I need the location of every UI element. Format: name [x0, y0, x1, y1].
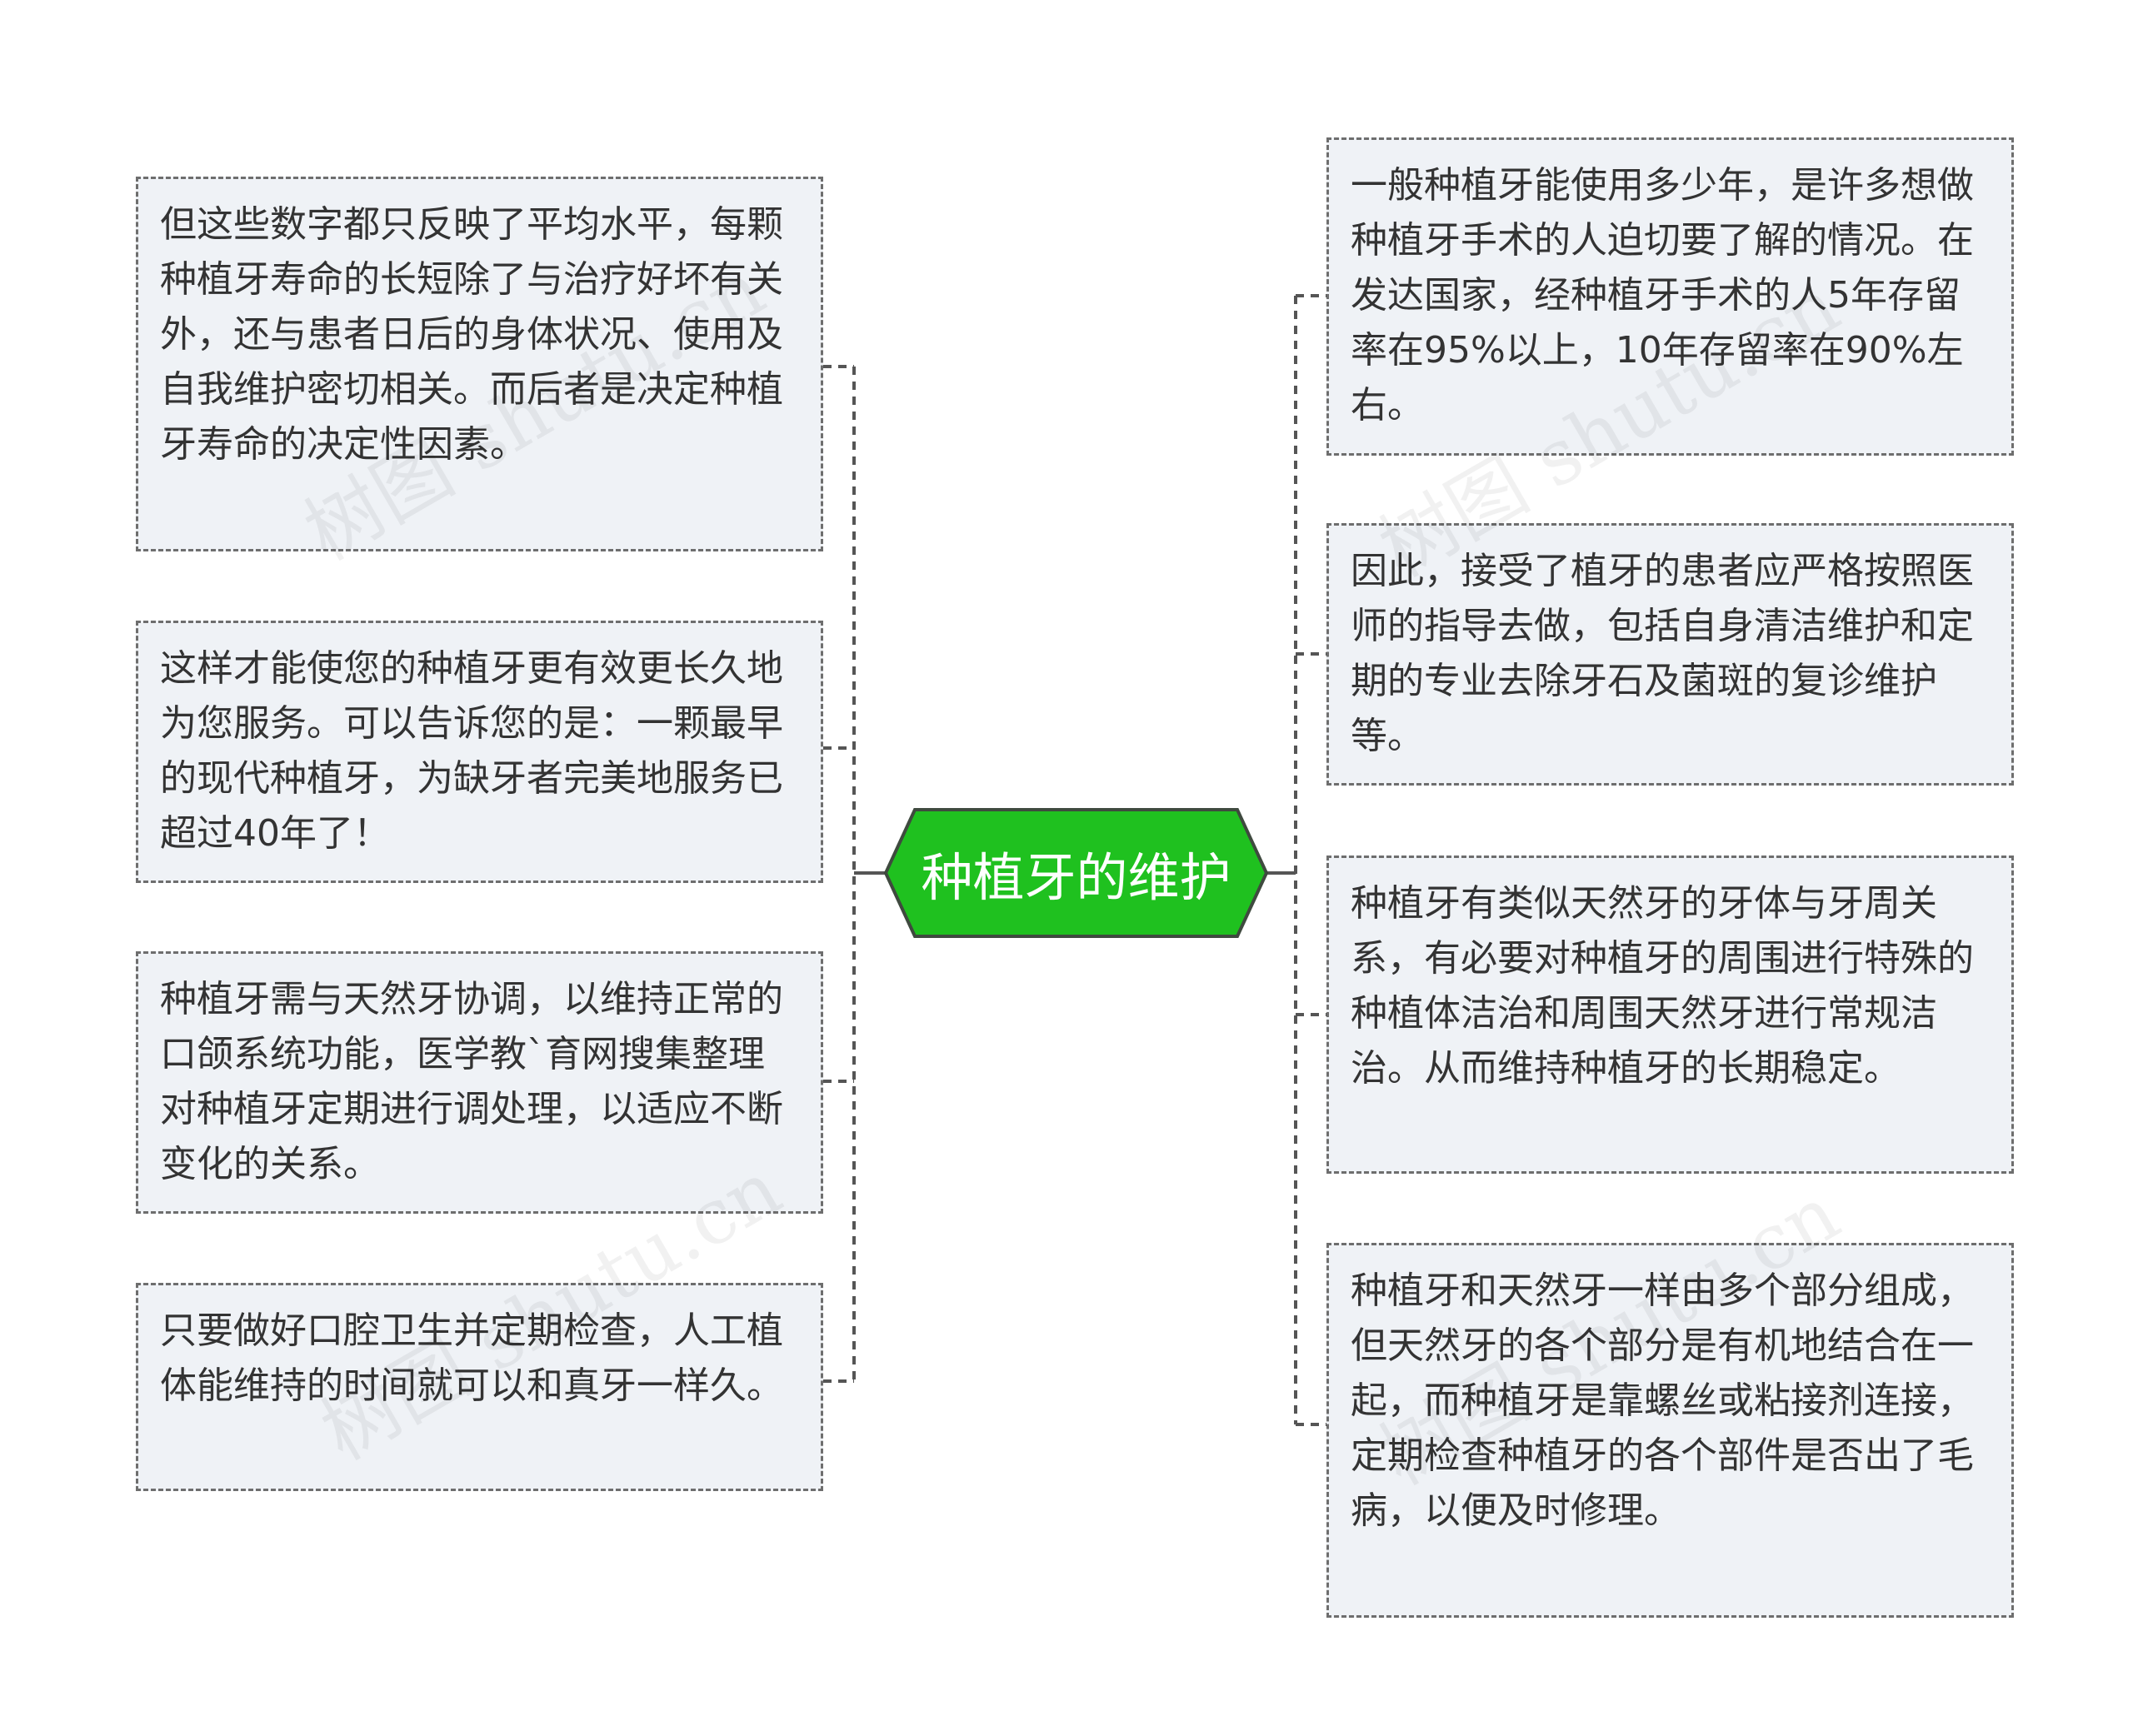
left-node-3-text: 种植牙需与天然牙协调，以维持正常的口颌系统功能，医学教`育网搜集整理对种植牙定期…: [160, 978, 783, 1185]
left-node-3[interactable]: 种植牙需与天然牙协调，以维持正常的口颌系统功能，医学教`育网搜集整理对种植牙定期…: [136, 951, 823, 1214]
right-node-3[interactable]: 种植牙有类似天然牙的牙体与牙周关系，有必要对种植牙的周围进行特殊的种植体洁治和周…: [1326, 856, 2014, 1174]
left-node-2-text: 这样才能使您的种植牙更有效更长久地为您服务。可以告诉您的是：一颗最早的现代种植牙…: [160, 647, 783, 855]
right-node-3-text: 种植牙有类似天然牙的牙体与牙周关系，有必要对种植牙的周围进行特殊的种植体洁治和周…: [1351, 882, 1974, 1090]
right-node-4-text: 种植牙和天然牙一样由多个部分组成，但天然牙的各个部分是有机地结合在一起，而种植牙…: [1351, 1270, 1974, 1532]
right-node-4[interactable]: 种植牙和天然牙一样由多个部分组成，但天然牙的各个部分是有机地结合在一起，而种植牙…: [1326, 1243, 2014, 1618]
right-node-1-text: 一般种植牙能使用多少年，是许多想做种植牙手术的人迫切要了解的情况。在发达国家，经…: [1351, 164, 1974, 427]
left-node-4-text: 只要做好口腔卫生并定期检查，人工植体能维持的时间就可以和真牙一样久。: [160, 1309, 783, 1407]
left-node-2[interactable]: 这样才能使您的种植牙更有效更长久地为您服务。可以告诉您的是：一颗最早的现代种植牙…: [136, 621, 823, 883]
right-node-2-text: 因此，接受了植牙的患者应严格按照医师的指导去做，包括自身清洁维护和定期的专业去除…: [1351, 550, 1974, 757]
right-node-1[interactable]: 一般种植牙能使用多少年，是许多想做种植牙手术的人迫切要了解的情况。在发达国家，经…: [1326, 137, 2014, 456]
right-node-2[interactable]: 因此，接受了植牙的患者应严格按照医师的指导去做，包括自身清洁维护和定期的专业去除…: [1326, 523, 2014, 786]
left-node-1-text: 但这些数字都只反映了平均水平，每颗种植牙寿命的长短除了与治疗好坏有关外，还与患者…: [160, 203, 783, 466]
left-node-1[interactable]: 但这些数字都只反映了平均水平，每颗种植牙寿命的长短除了与治疗好坏有关外，还与患者…: [136, 177, 823, 551]
left-node-4[interactable]: 只要做好口腔卫生并定期检查，人工植体能维持的时间就可以和真牙一样久。: [136, 1283, 823, 1491]
root-node-shape[interactable]: [883, 808, 1269, 938]
